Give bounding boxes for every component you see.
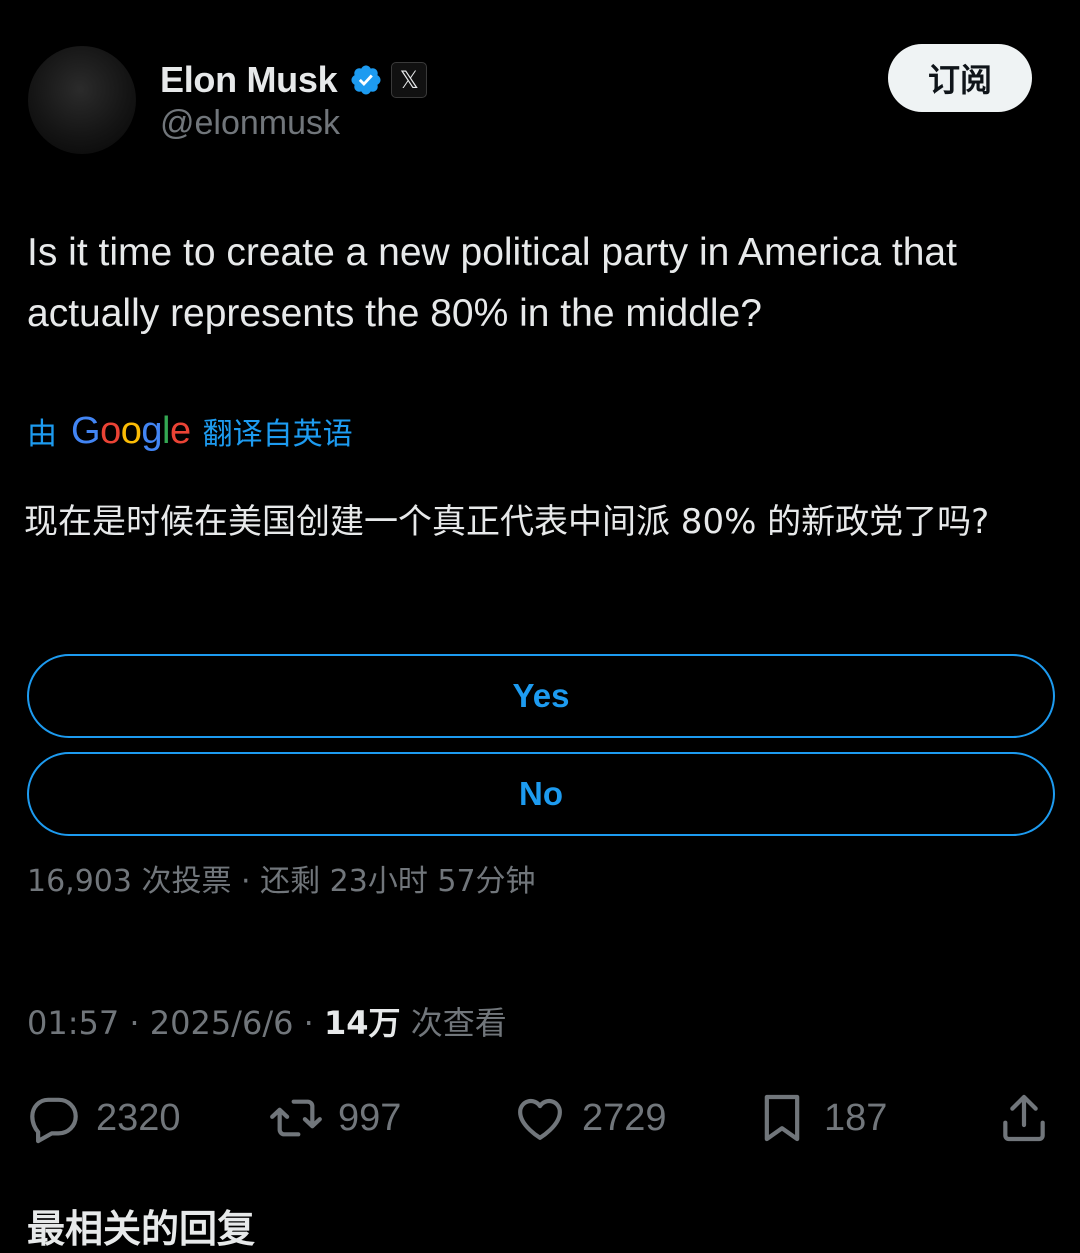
translated-text: 现在是时候在美国创建一个真正代表中间派 80% 的新政党了吗? bbox=[24, 502, 990, 542]
repost-icon bbox=[270, 1099, 322, 1137]
tweet-text: Is it time to create a new political par… bbox=[27, 231, 957, 335]
reply-button[interactable]: 2320 bbox=[26, 1086, 181, 1150]
author-name[interactable]: Elon Musk bbox=[160, 59, 338, 101]
translation-attribution[interactable]: 由 Google 翻译自英语 bbox=[27, 408, 353, 454]
poll-meta: 16,903 次投票 · 还剩 23小时 57分钟 bbox=[27, 864, 536, 899]
reply-count: 2320 bbox=[96, 1096, 181, 1139]
poll-option-no[interactable]: No bbox=[27, 752, 1055, 836]
repost-button[interactable]: 997 bbox=[268, 1086, 401, 1150]
views-label: 次查看 bbox=[400, 1004, 507, 1042]
poll-option-yes[interactable]: Yes bbox=[27, 654, 1055, 738]
verified-icon bbox=[351, 65, 381, 95]
views-count: 14万 bbox=[323, 1004, 401, 1042]
section-heading-cutoff: 最相关的回复 bbox=[27, 1207, 256, 1251]
share-icon bbox=[1003, 1094, 1045, 1142]
translated-from-label: 翻译自英语 bbox=[202, 417, 353, 452]
google-logo: Google bbox=[71, 409, 191, 452]
repost-count: 997 bbox=[338, 1096, 402, 1139]
x-logo-icon: 𝕏 bbox=[391, 62, 428, 98]
bookmark-button[interactable]: 187 bbox=[754, 1086, 887, 1150]
avatar[interactable] bbox=[28, 46, 136, 154]
bookmark-icon bbox=[764, 1094, 800, 1142]
author-handle[interactable]: @elonmusk bbox=[160, 104, 340, 143]
author-name-row: Elon Musk 𝕏 bbox=[160, 56, 428, 104]
reply-icon bbox=[30, 1097, 78, 1144]
timestamp-row: 01:57 · 2025/6/6 · 14万 次查看 bbox=[27, 998, 507, 1044]
share-button[interactable] bbox=[996, 1086, 1066, 1150]
action-bar: 2320 997 2729 187 bbox=[0, 1086, 1080, 1150]
bookmark-count: 187 bbox=[824, 1096, 888, 1139]
like-count: 2729 bbox=[582, 1096, 667, 1139]
timestamp[interactable]: 01:57 · 2025/6/6 · bbox=[27, 1004, 324, 1042]
like-button[interactable]: 2729 bbox=[512, 1086, 667, 1150]
like-icon bbox=[518, 1098, 562, 1140]
subscribe-button[interactable]: 订阅 bbox=[888, 44, 1032, 112]
translated-by-label: 由 bbox=[27, 417, 57, 452]
